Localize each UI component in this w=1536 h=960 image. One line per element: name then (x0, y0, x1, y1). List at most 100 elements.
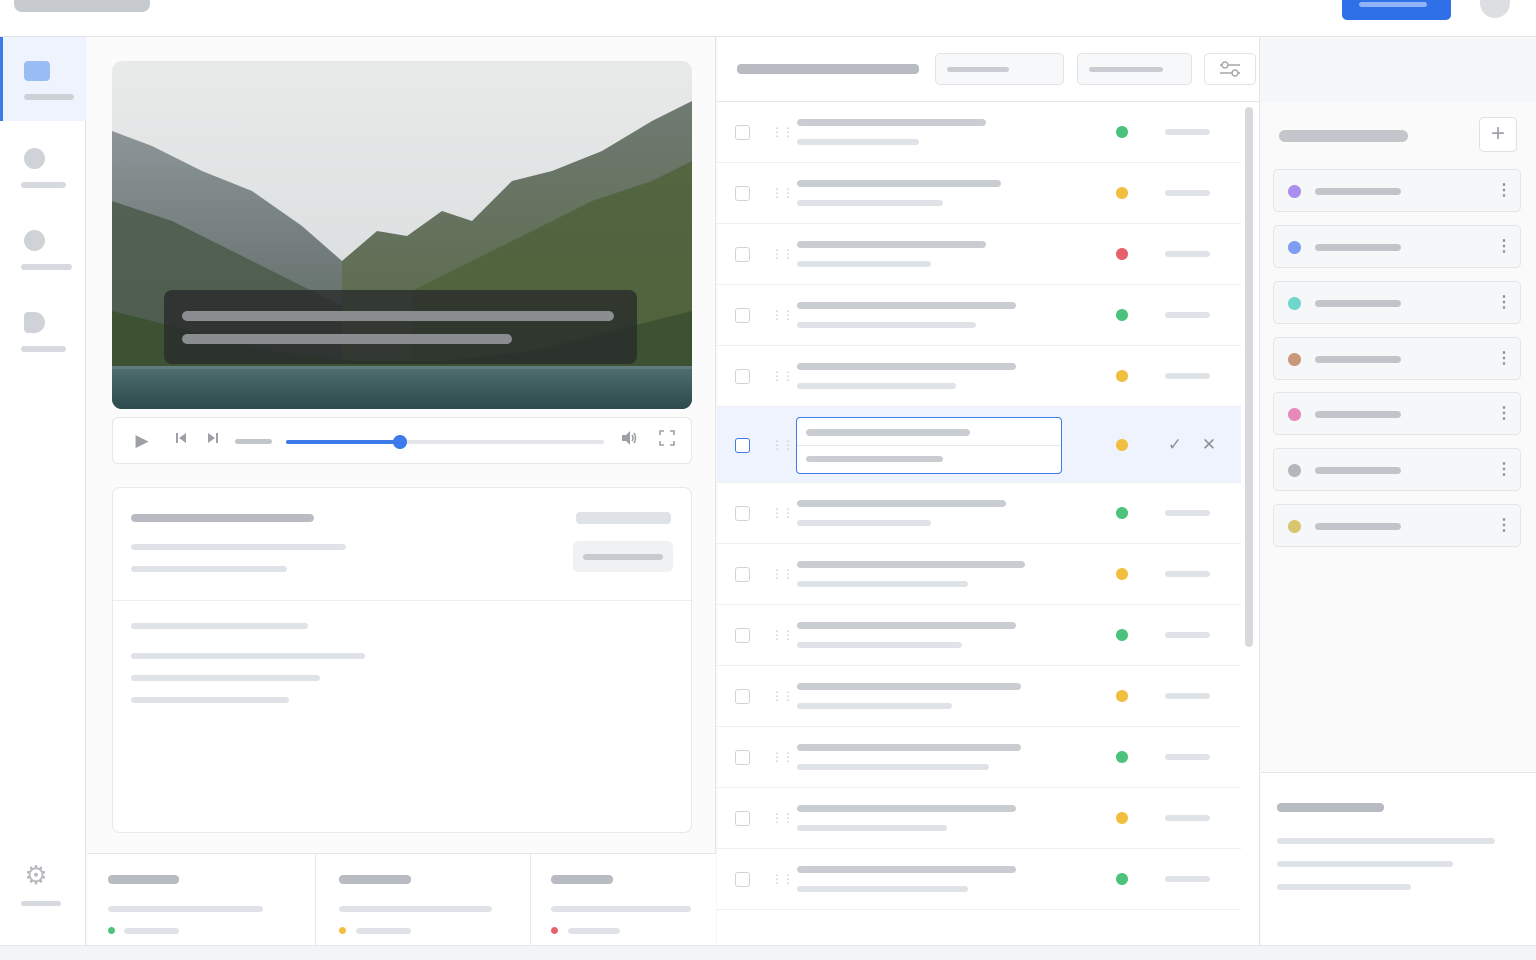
scrollbar[interactable] (1245, 107, 1253, 945)
tag-item[interactable]: ⋮ (1273, 504, 1521, 547)
footer-text (1277, 884, 1411, 890)
list-item[interactable]: ⋮⋮ (717, 163, 1241, 224)
app-title (14, 0, 150, 12)
list-item[interactable]: ⋮⋮ (717, 346, 1241, 407)
drag-handle-icon[interactable]: ⋮⋮ (771, 186, 794, 200)
filter-chip[interactable] (1077, 53, 1192, 85)
tag-item[interactable]: ⋮ (1273, 281, 1521, 324)
list-item-editing[interactable]: ⋮⋮ ✓ ✕ (717, 407, 1241, 483)
list-item[interactable]: ⋮⋮ (717, 849, 1241, 910)
nav-label (21, 182, 66, 188)
list-item[interactable]: ⋮⋮ (717, 788, 1241, 849)
row-checkbox[interactable] (735, 872, 750, 887)
row-title (797, 866, 1016, 873)
row-checkbox[interactable] (735, 750, 750, 765)
list-item[interactable]: ⋮⋮ (717, 666, 1241, 727)
filter-chip-label (1089, 67, 1163, 72)
nav-item-2[interactable] (0, 124, 86, 208)
tag-color-dot (1288, 353, 1301, 366)
row-checkbox[interactable] (735, 186, 750, 201)
seek-handle[interactable] (393, 435, 407, 449)
details-text (131, 623, 308, 629)
scrollbar-thumb[interactable] (1245, 107, 1253, 647)
list-item[interactable]: ⋮⋮ (717, 727, 1241, 788)
status-dot (1116, 629, 1128, 641)
row-checkbox[interactable] (735, 506, 750, 521)
row-subtitle (797, 200, 943, 206)
more-icon[interactable]: ⋮ (1496, 237, 1512, 257)
filter-button[interactable] (1204, 53, 1256, 85)
list-item[interactable]: ⋮⋮ (717, 102, 1241, 163)
nav-item-media[interactable] (0, 37, 86, 121)
row-checkbox[interactable] (735, 811, 750, 826)
confirm-icon[interactable]: ✓ (1165, 435, 1185, 455)
tag-item[interactable]: ⋮ (1273, 448, 1521, 491)
stat-card[interactable] (530, 854, 716, 946)
tag-item[interactable]: ⋮ (1273, 225, 1521, 268)
drag-handle-icon[interactable]: ⋮⋮ (771, 369, 794, 383)
row-title (797, 744, 1021, 751)
tag-item[interactable]: ⋮ (1273, 337, 1521, 380)
drag-handle-icon[interactable]: ⋮⋮ (771, 811, 794, 825)
play-icon[interactable]: ▶ (131, 430, 153, 452)
seek-slider[interactable] (286, 435, 604, 449)
row-title (797, 363, 1016, 370)
drag-handle-icon[interactable]: ⋮⋮ (771, 125, 794, 139)
stat-card[interactable] (87, 854, 315, 946)
fullscreen-icon[interactable] (656, 430, 678, 452)
stat-title (339, 875, 411, 884)
nav-item-3[interactable] (0, 206, 86, 290)
drag-handle-icon[interactable]: ⋮⋮ (771, 872, 794, 886)
primary-action-button[interactable] (1342, 0, 1451, 20)
tag-item[interactable]: ⋮ (1273, 169, 1521, 212)
stat-text (551, 906, 691, 912)
list-item[interactable]: ⋮⋮ (717, 285, 1241, 346)
list-item[interactable]: ⋮⋮ (717, 544, 1241, 605)
row-checkbox[interactable] (735, 628, 750, 643)
close-icon[interactable]: ✕ (1199, 435, 1219, 455)
list-item[interactable]: ⋮⋮ (717, 224, 1241, 285)
more-icon[interactable]: ⋮ (1496, 293, 1512, 313)
drag-handle-icon[interactable]: ⋮⋮ (771, 247, 794, 261)
row-meta (1165, 815, 1210, 821)
drag-handle-icon[interactable]: ⋮⋮ (771, 506, 794, 520)
drag-handle-icon[interactable]: ⋮⋮ (771, 567, 794, 581)
inline-edit-field[interactable] (796, 417, 1062, 474)
row-checkbox[interactable] (735, 308, 750, 323)
stat-value (124, 928, 179, 934)
more-icon[interactable]: ⋮ (1496, 516, 1512, 536)
tag-item[interactable]: ⋮ (1273, 392, 1521, 435)
row-checkbox[interactable] (735, 125, 750, 140)
stat-card[interactable] (315, 854, 530, 946)
square-icon (24, 61, 50, 81)
nav-item-4[interactable] (0, 288, 86, 372)
skip-back-icon[interactable] (170, 430, 192, 452)
avatar[interactable] (1480, 0, 1510, 18)
row-checkbox[interactable] (735, 369, 750, 384)
more-icon[interactable]: ⋮ (1496, 404, 1512, 424)
row-checkbox[interactable] (735, 438, 750, 453)
more-icon[interactable]: ⋮ (1496, 460, 1512, 480)
status-dot (1116, 690, 1128, 702)
more-icon[interactable]: ⋮ (1496, 349, 1512, 369)
video-player[interactable] (112, 61, 692, 409)
gear-icon[interactable]: ⚙ (22, 861, 50, 889)
details-title (131, 514, 314, 522)
status-dot (1116, 507, 1128, 519)
volume-icon[interactable] (619, 430, 641, 452)
plus-icon[interactable]: + (1479, 117, 1517, 152)
row-checkbox[interactable] (735, 567, 750, 582)
row-checkbox[interactable] (735, 689, 750, 704)
row-checkbox[interactable] (735, 247, 750, 262)
drag-handle-icon[interactable]: ⋮⋮ (771, 750, 794, 764)
drag-handle-icon[interactable]: ⋮⋮ (771, 308, 794, 322)
drag-handle-icon[interactable]: ⋮⋮ (771, 628, 794, 642)
list-item[interactable]: ⋮⋮ (717, 483, 1241, 544)
filter-chip[interactable] (935, 53, 1064, 85)
drag-handle-icon[interactable]: ⋮⋮ (771, 438, 794, 452)
skip-forward-icon[interactable] (202, 430, 224, 452)
list-item[interactable]: ⋮⋮ (717, 605, 1241, 666)
more-icon[interactable]: ⋮ (1496, 181, 1512, 201)
drag-handle-icon[interactable]: ⋮⋮ (771, 689, 794, 703)
details-action-button[interactable] (573, 541, 673, 572)
